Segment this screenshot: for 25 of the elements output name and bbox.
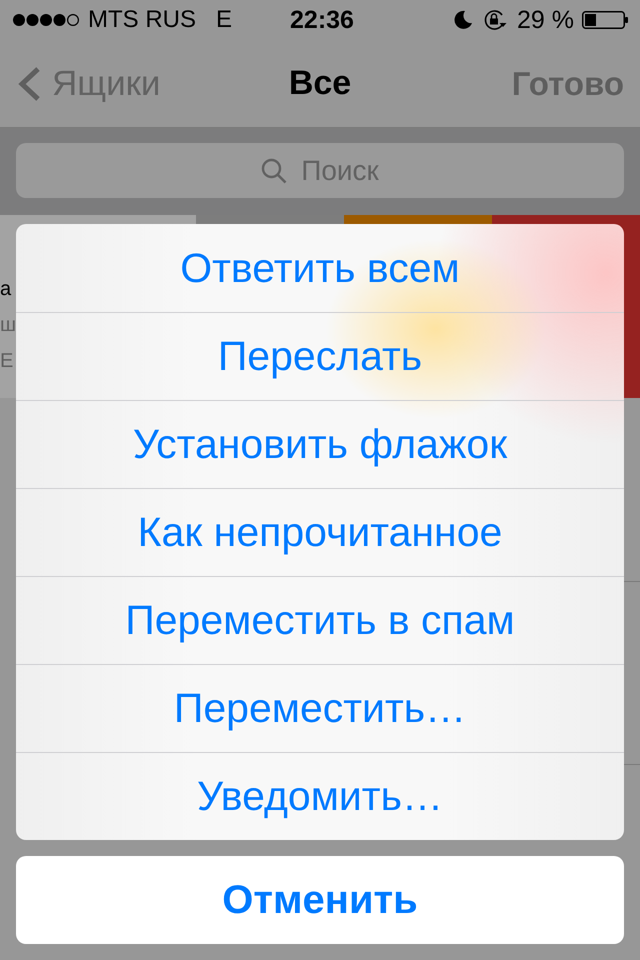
signal-strength-icon xyxy=(12,13,80,27)
message-text-fragment: ш xyxy=(0,313,16,338)
message-text-fragment: E xyxy=(0,349,14,374)
moon-icon xyxy=(453,10,474,30)
carrier-name: MTS RUS xyxy=(88,6,196,34)
action-sheet-option[interactable]: Как непрочитанное xyxy=(16,488,624,576)
done-button[interactable]: Готово xyxy=(512,64,624,102)
search-field[interactable]: Поиск xyxy=(16,143,624,198)
action-sheet-option[interactable]: Уведомить… xyxy=(16,752,624,840)
rotation-lock-icon xyxy=(483,9,508,31)
chevron-left-icon xyxy=(16,66,42,100)
network-type: E xyxy=(216,6,232,34)
action-sheet-option[interactable]: Переслать xyxy=(16,312,624,400)
battery-percentage: 29 % xyxy=(517,6,574,34)
action-sheet-option[interactable]: Установить флажок xyxy=(16,400,624,488)
search-icon xyxy=(261,158,288,184)
action-sheet-option[interactable]: Ответить всем xyxy=(16,224,624,312)
action-sheet-option[interactable]: Переместить в спам xyxy=(16,576,624,664)
search-placeholder: Поиск xyxy=(301,154,379,186)
cancel-button[interactable]: Отменить xyxy=(16,856,624,944)
action-sheet-option[interactable]: Переместить… xyxy=(16,664,624,752)
screen-title: Все xyxy=(288,64,352,103)
status-time: 22:36 xyxy=(290,6,354,34)
battery-icon xyxy=(582,11,628,29)
message-text-fragment: а xyxy=(0,277,12,302)
